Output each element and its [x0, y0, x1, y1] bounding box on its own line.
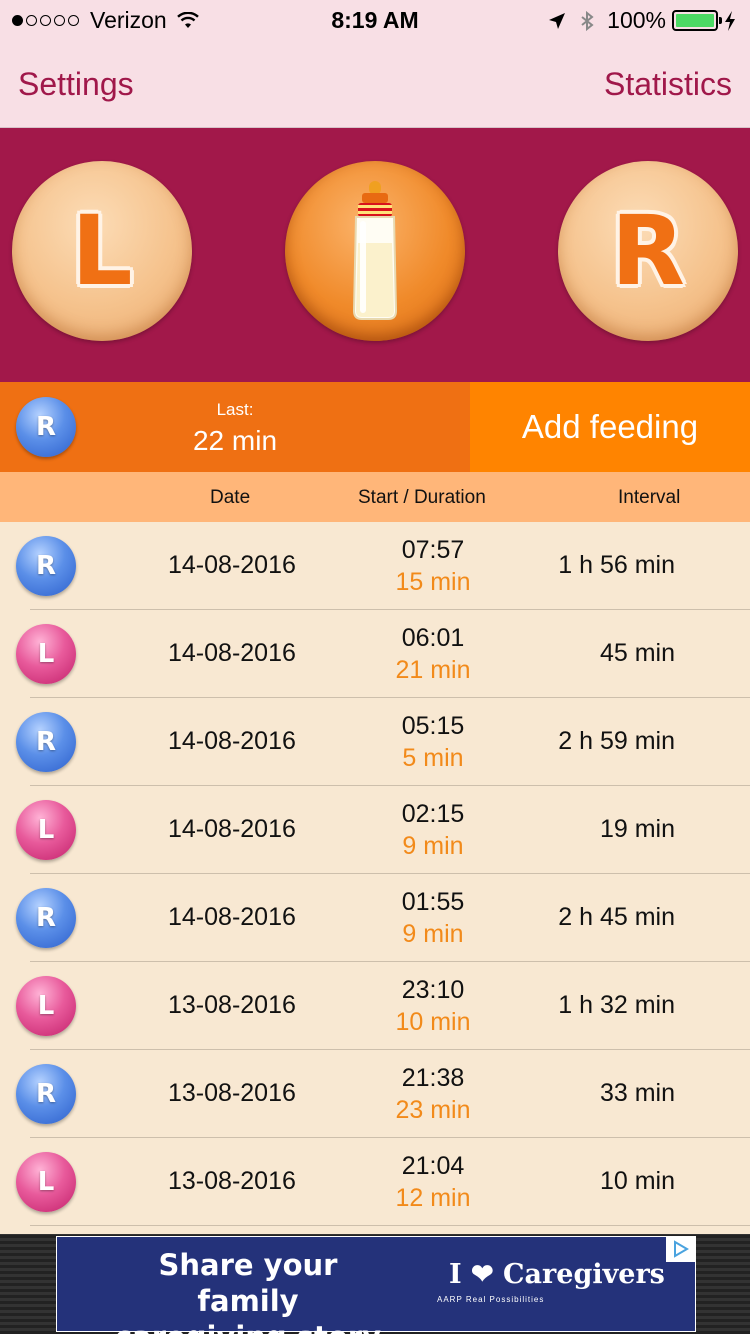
table-header: Date Start / Duration Interval: [0, 472, 750, 522]
right-side-icon: R: [16, 536, 76, 596]
ad-banner-area: Share your family caregiving story I ❤ C…: [0, 1234, 750, 1334]
right-breast-icon: R: [611, 195, 685, 307]
statistics-button[interactable]: Statistics: [604, 66, 732, 103]
ad-banner[interactable]: Share your family caregiving story I ❤ C…: [56, 1236, 696, 1334]
ad-sponsor: AARP Real Possibilities: [437, 1295, 545, 1304]
row-interval: 33 min: [599, 1079, 675, 1107]
table-row[interactable]: L 13-08-2016 21:04 12 min 10 min: [0, 1138, 750, 1226]
row-interval: 2 h 59 min: [558, 727, 675, 755]
table-row[interactable]: R 14-08-2016 01:55 9 min 2 h 45 min: [0, 874, 750, 962]
column-header-start-duration: Start / Duration: [358, 487, 486, 508]
status-right: 100%: [547, 7, 736, 34]
start-bottle-button[interactable]: [285, 161, 465, 341]
right-side-icon: R: [16, 712, 76, 772]
feedings-list[interactable]: R 14-08-2016 07:57 15 min 1 h 56 min L 1…: [0, 522, 750, 1234]
table-row[interactable]: R 14-08-2016 07:57 15 min 1 h 56 min: [0, 522, 750, 610]
ad-headline: Share your family caregiving story: [113, 1247, 383, 1334]
right-side-icon: R: [16, 1064, 76, 1124]
row-date: 13-08-2016: [168, 991, 296, 1019]
table-row[interactable]: L 14-08-2016 06:01 21 min 45 min: [0, 610, 750, 698]
left-side-icon: L: [16, 800, 76, 860]
column-header-interval: Interval: [618, 487, 681, 508]
row-duration: 5 min: [402, 744, 464, 772]
row-start-time: 01:55: [401, 888, 465, 916]
start-left-button[interactable]: L: [12, 161, 192, 341]
row-duration: 9 min: [402, 920, 464, 948]
bottle-icon: [352, 181, 398, 320]
row-start-time: 21:04: [401, 1152, 465, 1180]
left-side-icon: L: [16, 976, 76, 1036]
battery-percent: 100%: [607, 7, 666, 33]
row-start-time: 21:38: [401, 1064, 465, 1092]
last-feeding-value: 22 min: [192, 425, 278, 456]
charging-bolt-icon: [725, 10, 735, 31]
row-date: 14-08-2016: [168, 815, 296, 843]
row-date: 13-08-2016: [168, 1167, 296, 1195]
row-interval: 19 min: [599, 815, 675, 843]
row-interval: 1 h 56 min: [558, 551, 675, 579]
battery-icon: [672, 10, 722, 31]
ad-line-2: caregiving story: [113, 1319, 383, 1334]
row-date: 13-08-2016: [168, 1079, 296, 1107]
left-side-icon: L: [16, 1152, 76, 1212]
row-start-time: 05:15: [401, 712, 465, 740]
add-feeding-button[interactable]: Add feeding: [470, 382, 750, 472]
table-row[interactable]: R 14-08-2016 05:15 5 min 2 h 59 min: [0, 698, 750, 786]
navigation-bar: Settings Statistics: [0, 40, 750, 128]
row-duration: 9 min: [402, 832, 464, 860]
row-date: 14-08-2016: [168, 903, 296, 931]
ad-choices-icon[interactable]: [666, 1236, 696, 1262]
row-interval: 10 min: [599, 1167, 675, 1195]
row-start-time: 07:57: [401, 536, 465, 564]
table-row[interactable]: R 13-08-2016 21:38 23 min 33 min: [0, 1050, 750, 1138]
status-bar: Verizon 8:19 AM 100%: [0, 0, 750, 40]
right-side-icon: R: [16, 888, 76, 948]
left-side-icon: L: [16, 624, 76, 684]
settings-button[interactable]: Settings: [18, 66, 134, 103]
row-start-time: 23:10: [401, 976, 465, 1004]
row-interval: 2 h 45 min: [558, 903, 675, 931]
row-divider: [30, 1225, 750, 1226]
row-duration: 12 min: [395, 1184, 471, 1212]
table-row[interactable]: L 14-08-2016 02:15 9 min 19 min: [0, 786, 750, 874]
row-interval: 45 min: [599, 639, 675, 667]
row-interval: 1 h 32 min: [558, 991, 675, 1019]
row-start-time: 06:01: [401, 624, 465, 652]
location-arrow-icon: [549, 12, 566, 29]
row-start-time: 02:15: [401, 800, 465, 828]
last-feeding-label: Last:: [216, 400, 254, 419]
row-date: 14-08-2016: [168, 551, 296, 579]
left-breast-icon: L: [71, 195, 133, 307]
row-date: 14-08-2016: [168, 727, 296, 755]
row-duration: 15 min: [395, 568, 471, 596]
column-header-date: Date: [210, 487, 251, 508]
last-feeding-bar: R Last: 22 min: [0, 382, 470, 472]
table-row[interactable]: L 13-08-2016 23:10 10 min 1 h 32 min: [0, 962, 750, 1050]
row-duration: 21 min: [395, 656, 471, 684]
ad-brand-logo: I ❤ Caregivers: [449, 1259, 665, 1290]
row-date: 14-08-2016: [168, 639, 296, 667]
row-duration: 10 min: [395, 1008, 471, 1036]
bluetooth-icon: [581, 10, 594, 31]
start-feeding-panel: L R: [0, 128, 750, 382]
start-right-button[interactable]: R: [558, 161, 738, 341]
ad-line-1: Share your family: [158, 1248, 338, 1318]
row-duration: 23 min: [395, 1096, 471, 1124]
